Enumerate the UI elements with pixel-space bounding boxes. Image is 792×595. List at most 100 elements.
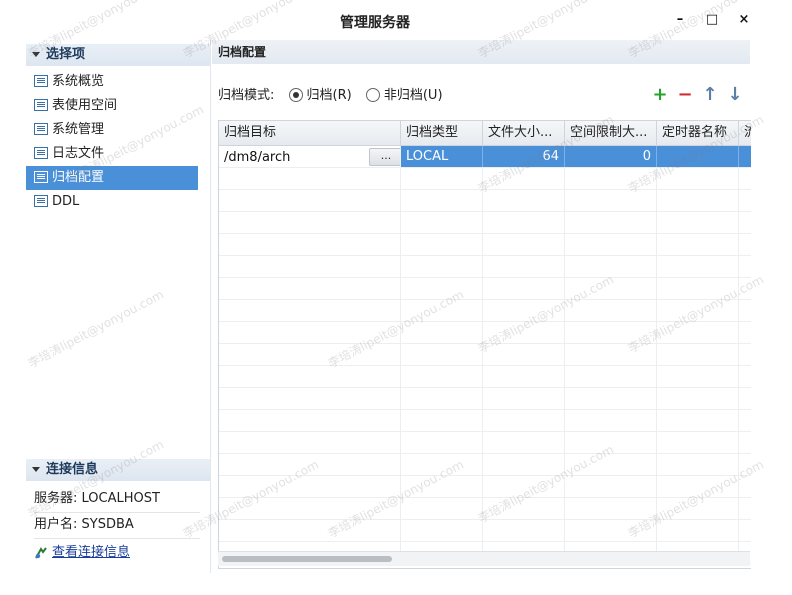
empty-table-row <box>219 322 751 344</box>
empty-table-row <box>219 300 751 322</box>
empty-table-cell <box>739 168 751 189</box>
empty-table-cell <box>483 366 565 387</box>
maximize-button[interactable]: □ <box>702 12 722 30</box>
archive-radio[interactable] <box>288 87 303 102</box>
collapse-triangle-icon <box>32 52 40 57</box>
connection-section-header[interactable]: 连接信息 <box>26 459 210 481</box>
empty-table-row <box>219 344 751 366</box>
empty-table-cell <box>739 278 751 299</box>
empty-table-cell <box>739 366 751 387</box>
no-archive-radio[interactable] <box>365 87 380 102</box>
empty-table-row <box>219 476 751 498</box>
options-section-header[interactable]: 选择项 <box>26 44 210 66</box>
empty-table-cell <box>219 476 401 497</box>
empty-table-row <box>219 234 751 256</box>
column-header[interactable]: 定时器名称 <box>657 121 739 145</box>
empty-table-cell <box>483 256 565 277</box>
sidebar-item-system-overview[interactable]: 系统概览 <box>26 70 196 94</box>
empty-table-cell <box>565 168 657 189</box>
empty-table-cell <box>739 212 751 233</box>
move-up-icon[interactable]: ↑ <box>702 86 718 104</box>
empty-table-cell <box>483 212 565 233</box>
empty-table-cell <box>657 366 739 387</box>
empty-table-cell <box>483 498 565 519</box>
add-icon[interactable]: + <box>652 86 668 104</box>
empty-table-row <box>219 366 751 388</box>
archive-table: 归档目标 归档类型 文件大小... 空间限制大... 定时器名称 流 ... L… <box>218 120 751 569</box>
table-cell-timer[interactable] <box>657 146 739 167</box>
table-cell-target[interactable]: ... <box>219 146 401 167</box>
archive-mode-row: 归档模式: 归档(R) 非归档(U) <box>218 86 443 106</box>
table-body: ... LOCAL 64 0 <box>219 146 751 564</box>
scrollbar-thumb[interactable] <box>222 556 392 562</box>
sidebar-item-archive-config[interactable]: 归档配置 <box>26 166 198 190</box>
empty-table-cell <box>657 344 739 365</box>
table-row[interactable]: ... LOCAL 64 0 <box>219 146 751 168</box>
empty-table-cell <box>739 498 751 519</box>
archive-radio-label[interactable]: 归档(R) <box>307 88 352 103</box>
horizontal-scrollbar[interactable] <box>218 551 750 566</box>
empty-table-cell <box>401 344 483 365</box>
column-header[interactable]: 流 <box>739 121 751 145</box>
remove-icon[interactable]: − <box>677 86 693 104</box>
sidebar-item-ddl[interactable]: DDL <box>26 190 196 214</box>
empty-table-cell <box>739 432 751 453</box>
empty-table-cell <box>483 190 565 211</box>
empty-table-row <box>219 190 751 212</box>
empty-table-cell <box>657 520 739 541</box>
move-down-icon[interactable]: ↓ <box>727 86 743 104</box>
table-cell-space-limit[interactable]: 0 <box>565 146 657 167</box>
window-title: 管理服务器 <box>340 15 410 31</box>
empty-table-cell <box>565 498 657 519</box>
empty-table-cell <box>565 256 657 277</box>
empty-table-cell <box>565 322 657 343</box>
list-icon <box>34 146 48 159</box>
empty-table-cell <box>657 190 739 211</box>
sidebar-item-table-space-usage[interactable]: 表使用空间 <box>26 94 196 118</box>
panel-title: 归档配置 <box>212 40 750 64</box>
user-value: SYSDBA <box>81 517 134 532</box>
divider <box>34 512 200 513</box>
empty-table-cell <box>401 476 483 497</box>
empty-table-row <box>219 278 751 300</box>
empty-table-cell <box>219 498 401 519</box>
empty-table-cell <box>565 432 657 453</box>
column-header[interactable]: 文件大小... <box>483 121 565 145</box>
collapse-triangle-icon <box>32 467 40 472</box>
sidebar-item-system-management[interactable]: 系统管理 <box>26 118 196 142</box>
archive-target-input[interactable] <box>219 146 376 167</box>
nav-list: 系统概览 表使用空间 系统管理 日志文件 归档配置 DDL <box>26 70 210 214</box>
view-connection-link[interactable]: 查看连接信息 <box>52 545 130 560</box>
minimize-button[interactable]: – <box>670 12 690 30</box>
empty-table-cell <box>483 234 565 255</box>
table-cell-type[interactable]: LOCAL <box>401 146 483 167</box>
empty-table-cell <box>565 410 657 431</box>
sidebar-item-label: DDL <box>52 194 80 209</box>
empty-table-cell <box>483 410 565 431</box>
empty-table-row <box>219 410 751 432</box>
empty-table-cell <box>739 190 751 211</box>
empty-table-cell <box>739 454 751 475</box>
no-archive-radio-label[interactable]: 非归档(U) <box>384 88 443 103</box>
empty-table-cell <box>739 322 751 343</box>
sidebar-item-log-files[interactable]: 日志文件 <box>26 142 196 166</box>
empty-table-cell <box>739 476 751 497</box>
close-button[interactable]: × <box>734 12 754 30</box>
empty-table-cell <box>565 454 657 475</box>
column-header[interactable]: 空间限制大... <box>565 121 657 145</box>
divider <box>34 538 200 539</box>
empty-table-cell <box>739 410 751 431</box>
empty-table-cell <box>565 520 657 541</box>
empty-table-cell <box>565 476 657 497</box>
table-cell-extra[interactable] <box>739 146 751 167</box>
column-header[interactable]: 归档类型 <box>401 121 483 145</box>
empty-table-cell <box>565 190 657 211</box>
empty-table-cell <box>401 212 483 233</box>
connection-icon <box>34 546 48 560</box>
browse-button[interactable]: ... <box>369 148 400 166</box>
list-icon <box>34 170 48 183</box>
column-header[interactable]: 归档目标 <box>219 121 401 145</box>
empty-table-cell <box>483 454 565 475</box>
empty-table-cell <box>401 498 483 519</box>
table-cell-file-size[interactable]: 64 <box>483 146 565 167</box>
